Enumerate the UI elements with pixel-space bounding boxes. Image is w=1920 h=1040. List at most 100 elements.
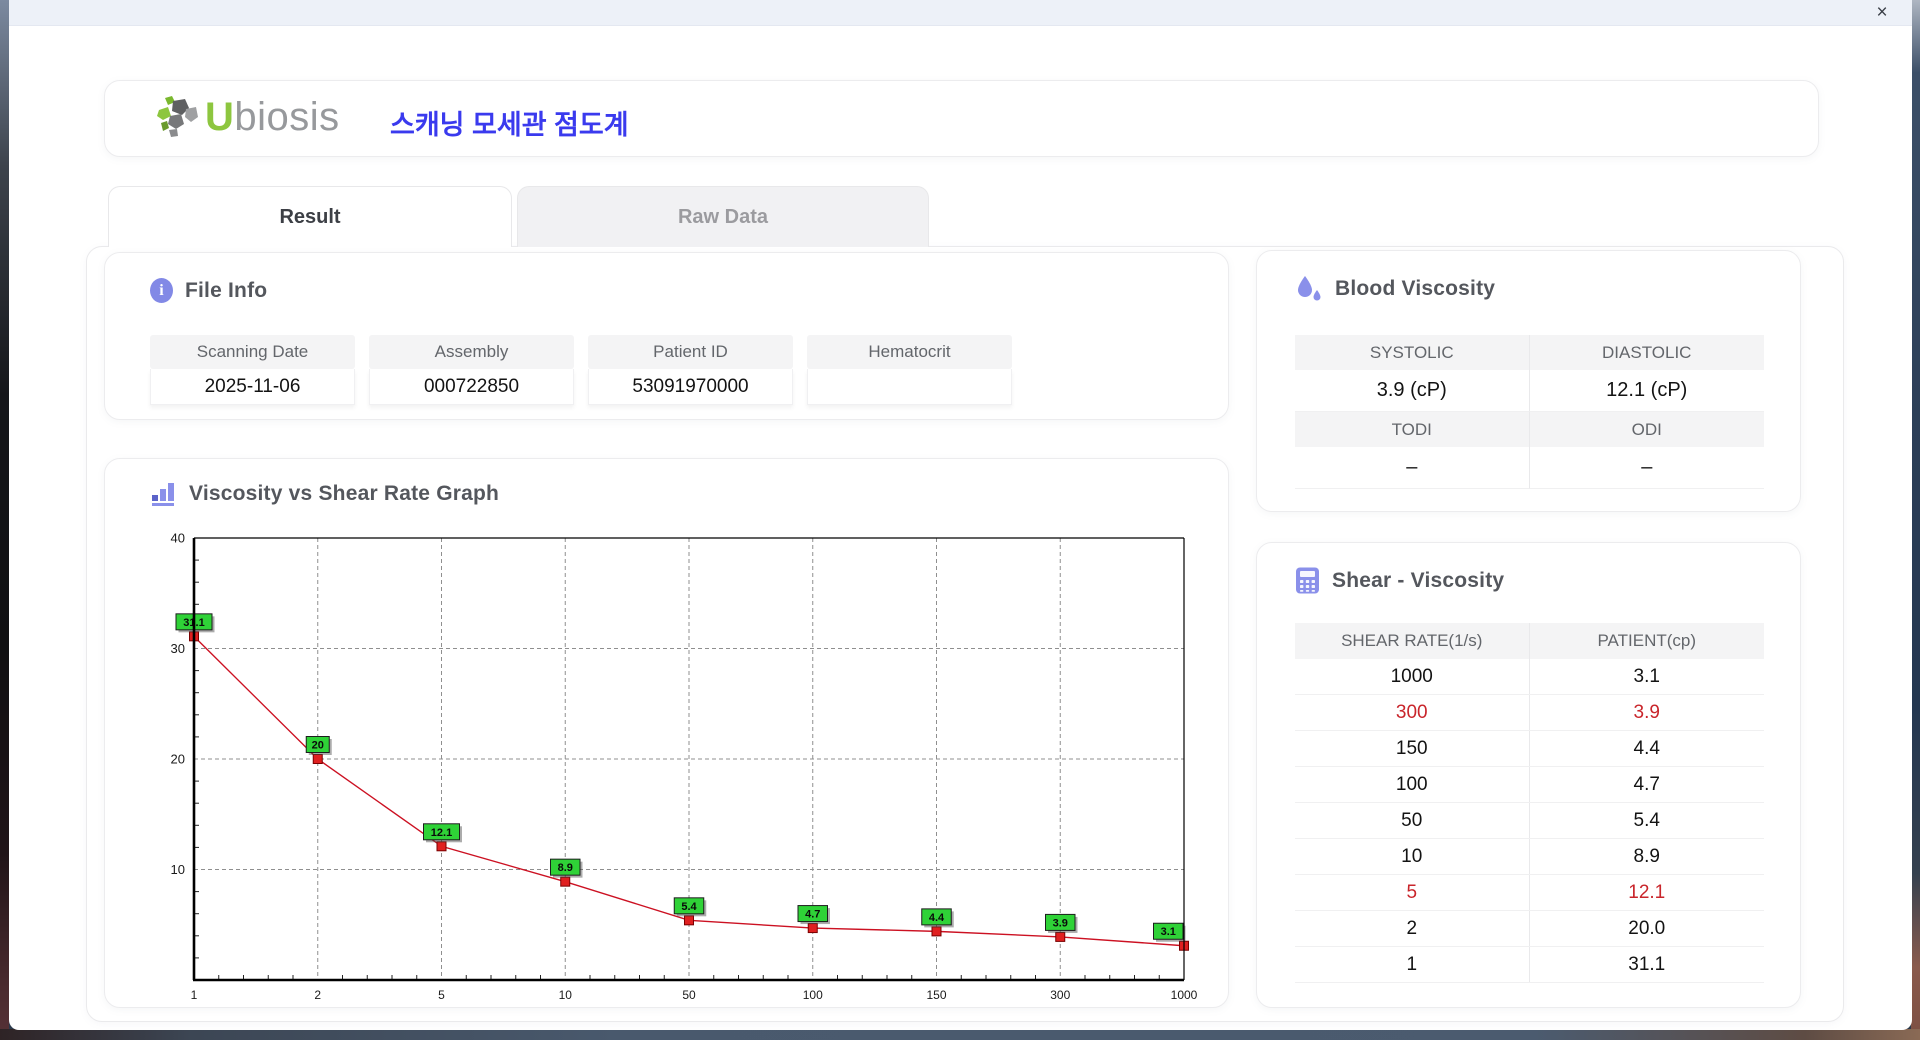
svg-text:4.7: 4.7 <box>805 909 820 921</box>
sv-header-cell: PATIENT(cp) <box>1597 631 1697 650</box>
bv-value-cell: – <box>1529 447 1764 489</box>
tab-raw-data[interactable]: Raw Data <box>517 186 929 247</box>
svg-text:3.9: 3.9 <box>1053 917 1068 929</box>
table-row: 1 31.1 <box>1295 947 1764 983</box>
tab-result[interactable]: Result <box>108 186 512 247</box>
field-label: Patient ID <box>588 335 793 369</box>
svg-text:1: 1 <box>191 988 198 1002</box>
sv-shear-cell: 10 <box>1295 839 1530 874</box>
svg-text:40: 40 <box>171 531 185 546</box>
field-value: 53091970000 <box>588 369 793 405</box>
bv-value-row: 3.9 (cP) 12.1 (cP) <box>1295 370 1764 412</box>
svg-text:3.1: 3.1 <box>1161 926 1176 938</box>
bv-header-cell: TODI <box>1295 412 1530 447</box>
desktop-edge-right <box>1911 0 1920 1040</box>
sv-header-row: SHEAR RATE(1/s) PATIENT(cp) <box>1295 623 1764 659</box>
blood-viscosity-table: SYSTOLIC DIASTOLIC 3.9 (cP) 12.1 (cP) TODI OD… <box>1295 335 1764 489</box>
svg-text:10: 10 <box>171 862 185 877</box>
info-icon: i <box>150 278 173 303</box>
sv-shear-cell: 150 <box>1295 731 1530 766</box>
ubiosis-logo: Ubiosis <box>153 95 340 140</box>
svg-text:2: 2 <box>314 988 321 1002</box>
table-row: 10 8.9 <box>1295 839 1764 875</box>
sv-patient-cell: 8.9 <box>1633 845 1660 867</box>
file-info-field: Hematocrit <box>807 335 1012 405</box>
calculator-icon <box>1296 567 1319 594</box>
svg-text:8.9: 8.9 <box>558 862 573 874</box>
table-row: 150 4.4 <box>1295 731 1764 767</box>
logo-text: Ubiosis <box>205 95 340 140</box>
logo-text-rest: biosis <box>234 95 340 139</box>
bar-chart-icon <box>152 483 174 506</box>
sv-patient-cell: 3.1 <box>1633 665 1660 687</box>
field-value <box>807 369 1012 405</box>
desktop-edge-bottom <box>0 1029 1920 1040</box>
sv-shear-cell: 50 <box>1295 803 1530 838</box>
bv-value-row: – – <box>1295 447 1764 489</box>
file-info-field: Patient ID 53091970000 <box>588 335 793 405</box>
app-title-korean: 스캐닝 모세관 점도계 <box>390 110 629 140</box>
sv-patient-cell: 3.9 <box>1633 701 1660 723</box>
desktop-edge-left <box>0 0 9 1040</box>
sv-patient-cell: 4.4 <box>1633 737 1660 759</box>
field-value: 2025-11-06 <box>150 369 355 405</box>
close-icon[interactable]: × <box>1870 1 1894 25</box>
file-info-field: Assembly 000722850 <box>369 335 574 405</box>
svg-text:1000: 1000 <box>1171 988 1198 1002</box>
viscosity-chart: 31.12012.18.95.44.74.43.93.1102030401251… <box>171 531 1198 1003</box>
svg-text:30: 30 <box>171 641 185 656</box>
svg-text:150: 150 <box>926 988 946 1002</box>
file-info-fields: Scanning Date 2025-11-06 Assembly 000722850… <box>150 335 1012 405</box>
table-row: 2 20.0 <box>1295 911 1764 947</box>
sv-shear-cell: 5 <box>1295 875 1530 910</box>
bv-value-cell: 12.1 (cP) <box>1529 370 1764 412</box>
svg-text:300: 300 <box>1050 988 1070 1002</box>
sv-patient-cell: 12.1 <box>1628 881 1666 903</box>
svg-text:20: 20 <box>312 740 324 752</box>
svg-text:100: 100 <box>803 988 823 1002</box>
table-row: 100 4.7 <box>1295 767 1764 803</box>
bv-header-cell: SYSTOLIC <box>1295 335 1530 370</box>
sv-patient-cell: 4.7 <box>1633 773 1660 795</box>
header-card: Ubiosis 스캐닝 모세관 점도계 <box>104 80 1819 157</box>
svg-text:10: 10 <box>559 988 573 1002</box>
field-label: Hematocrit <box>807 335 1012 369</box>
sv-patient-cell: 20.0 <box>1628 917 1666 939</box>
svg-text:12.1: 12.1 <box>431 827 452 839</box>
file-info-field: Scanning Date 2025-11-06 <box>150 335 355 405</box>
table-row: 1000 3.1 <box>1295 659 1764 695</box>
field-label: Scanning Date <box>150 335 355 369</box>
svg-text:4.4: 4.4 <box>929 912 945 924</box>
sv-shear-cell: 2 <box>1295 911 1530 946</box>
file-info-card: i File Info Scanning Date 2025-11-06 Assem… <box>104 252 1229 420</box>
sv-header-cell: SHEAR RATE(1/s) <box>1295 623 1530 659</box>
sv-shear-cell: 1000 <box>1295 659 1530 694</box>
svg-text:5: 5 <box>438 988 445 1002</box>
bv-value-cell: 3.9 (cP) <box>1295 370 1530 412</box>
app-window: × Ubiosis 스캐닝 모세관 점도계 Result Raw Data i … <box>9 0 1912 1030</box>
table-row: 5 12.1 <box>1295 875 1764 911</box>
sv-shear-cell: 1 <box>1295 947 1530 982</box>
shear-viscosity-table: SHEAR RATE(1/s) PATIENT(cp) 1000 3.1 300 3.9 1… <box>1295 623 1764 983</box>
svg-text:50: 50 <box>682 988 696 1002</box>
shear-viscosity-title: Shear - Viscosity <box>1332 568 1505 592</box>
desktop-background: × Ubiosis 스캐닝 모세관 점도계 Result Raw Data i … <box>0 0 1920 1040</box>
leaf-cluster-icon <box>157 95 198 137</box>
blood-viscosity-title: Blood Viscosity <box>1335 277 1496 300</box>
bv-value-cell: – <box>1295 447 1530 489</box>
file-info-title: File Info <box>185 278 268 302</box>
table-row: 300 3.9 <box>1295 695 1764 731</box>
logo-text-accent: U <box>205 95 235 139</box>
blood-viscosity-card: Blood Viscosity SYSTOLIC DIASTOLIC 3.9 (cP… <box>1256 250 1801 512</box>
shear-viscosity-card: Shear - Viscosity SHEAR RATE(1/s) PATIENT… <box>1256 542 1801 1008</box>
bv-header-row: TODI ODI <box>1295 412 1764 447</box>
sv-patient-cell: 31.1 <box>1628 953 1666 975</box>
window-titlebar: × <box>9 0 1912 26</box>
svg-text:20: 20 <box>171 752 185 767</box>
field-value: 000722850 <box>369 369 574 405</box>
sv-shear-cell: 300 <box>1295 695 1530 730</box>
water-drops-icon <box>1298 276 1321 301</box>
svg-text:5.4: 5.4 <box>681 901 697 913</box>
table-row: 50 5.4 <box>1295 803 1764 839</box>
bv-header-cell: DIASTOLIC <box>1529 335 1764 370</box>
